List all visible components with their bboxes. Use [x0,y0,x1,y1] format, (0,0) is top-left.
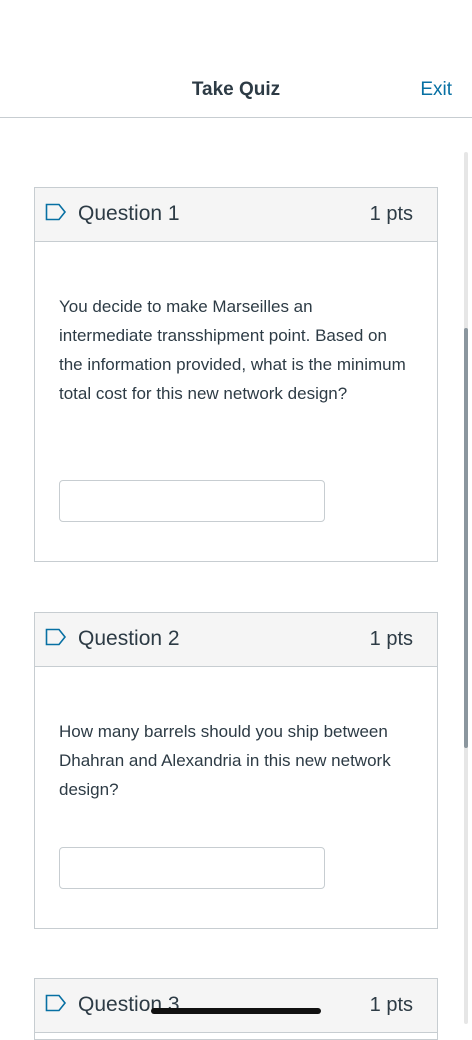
question-header: Question 3 1 pts [35,979,437,1033]
question-points: 1 pts [369,994,413,1016]
question-card-2: Question 2 1 pts How many barrels should… [34,612,438,929]
answer-input[interactable] [59,847,325,889]
top-bar: Take Quiz Exit [0,0,472,118]
question-points: 1 pts [369,203,413,225]
exit-button[interactable]: Exit [420,79,452,101]
flag-question-icon[interactable] [45,628,67,646]
question-text: You decide to make Marseilles an interme… [59,297,406,403]
question-card-1: Question 1 1 pts You decide to make Mars… [34,187,438,562]
answer-input[interactable] [59,480,325,522]
question-title: Question 1 [78,202,180,225]
question-points: 1 pts [369,628,413,650]
home-indicator [151,1008,321,1014]
scrollbar-thumb[interactable] [464,328,468,748]
question-text: How many barrels should you ship between… [59,722,391,799]
flag-question-icon[interactable] [45,994,67,1012]
flag-question-icon[interactable] [45,203,67,221]
question-header: Question 1 1 pts [35,188,437,242]
page-title: Take Quiz [191,79,281,100]
question-header: Question 2 1 pts [35,613,437,667]
question-title: Question 2 [78,627,180,650]
